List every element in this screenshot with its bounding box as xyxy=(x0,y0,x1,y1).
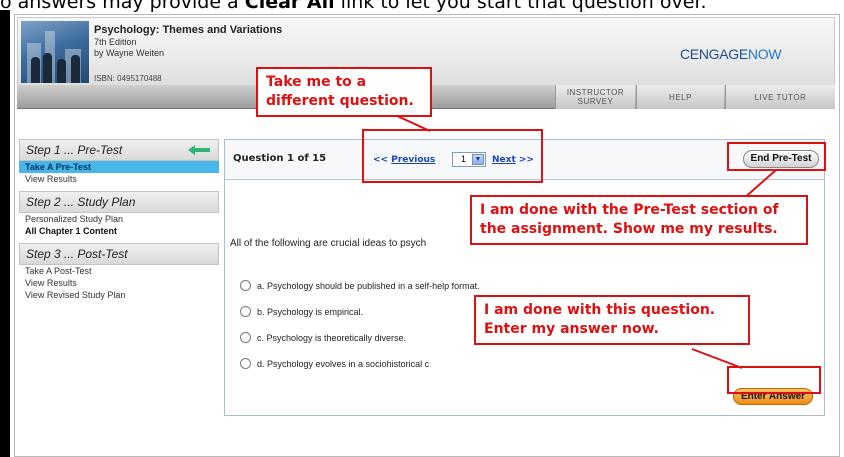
book-edition: 7th Edition xyxy=(94,37,137,47)
question-text: All of the following are crucial ideas t… xyxy=(230,238,427,249)
answer-option-d[interactable]: d. Psychology evolves in a sociohistoric… xyxy=(240,358,429,369)
answer-option-label: a. Psychology should be published in a s… xyxy=(257,280,480,291)
step2-title: Step 2 ... Study Plan xyxy=(26,195,136,209)
nav-callout-line2: different question. xyxy=(266,93,414,109)
sidebar-item-revised-plan[interactable]: View Revised Study Plan xyxy=(19,289,219,301)
instruction-text-prefix: o answers may provide a xyxy=(0,0,245,13)
enter-answer-callout: I am done with this question. Enter my a… xyxy=(474,295,750,345)
help-button[interactable]: Help xyxy=(636,85,724,109)
window-frame-left xyxy=(0,10,10,457)
answer-option-c[interactable]: c. Psychology is theoretically diverse. xyxy=(240,332,406,343)
green-arrow-icon xyxy=(188,145,210,155)
instruction-text-suffix: link to let you start that question over… xyxy=(334,0,707,13)
cengage-now-logo: CENGAGENOW xyxy=(680,46,782,62)
instruction-text-line: o answers may provide a Clear All link t… xyxy=(0,0,844,13)
radio-button[interactable] xyxy=(240,332,251,343)
instructor-survey-button[interactable]: Instructor Survey xyxy=(555,85,635,109)
radio-button[interactable] xyxy=(240,358,251,369)
book-author: by Wayne Weiten xyxy=(94,48,165,58)
sidebar: Step 1 ... Pre-Test Take A Pre-Test View… xyxy=(19,139,219,301)
step3-title: Step 3 ... Post-Test xyxy=(26,247,128,261)
end-pretest-highlight-box xyxy=(727,142,826,171)
question-counter: Question 1 of 15 xyxy=(233,153,327,164)
answer-option-label: b. Psychology is empirical. xyxy=(257,306,364,317)
radio-button[interactable] xyxy=(240,280,251,291)
nav-highlight-box xyxy=(362,129,543,183)
nav-callout-line1: Take me to a xyxy=(266,74,367,90)
answer-option-label: c. Psychology is theoretically diverse. xyxy=(257,332,407,343)
logo-text-cengage: CENGAGE xyxy=(680,46,748,62)
enter-callout-line1: I am done with this question. xyxy=(484,302,716,318)
sidebar-item-view-results[interactable]: View Results xyxy=(19,173,219,185)
screenshot-root: o answers may provide a Clear All link t… xyxy=(0,0,844,457)
sidebar-item-chapter-content[interactable]: All Chapter 1 Content xyxy=(19,225,219,237)
answer-option-a[interactable]: a. Psychology should be published in a s… xyxy=(240,280,480,291)
sidebar-item-take-posttest[interactable]: Take A Post-Test xyxy=(19,265,219,277)
book-title: Psychology: Themes and Variations xyxy=(94,24,283,36)
logo-text-now: NOW xyxy=(747,46,782,62)
end-callout-line1: I am done with the Pre-Test section of xyxy=(480,202,779,218)
sidebar-item-take-pretest[interactable]: Take A Pre-Test xyxy=(19,161,219,173)
sidebar-item-view-results-post[interactable]: View Results xyxy=(19,277,219,289)
book-isbn: ISBN: 0495170488 xyxy=(94,74,162,83)
live-tutor-button[interactable]: Live Tutor xyxy=(725,85,835,109)
radio-button[interactable] xyxy=(240,306,251,317)
book-cover-image xyxy=(21,21,89,83)
nav-callout: Take me to a different question. xyxy=(256,67,432,117)
instruction-text-bold: Clear All xyxy=(244,0,335,13)
answer-option-label: d. Psychology evolves in a sociohistoric… xyxy=(257,358,430,369)
step1-header: Step 1 ... Pre-Test xyxy=(19,139,219,161)
answer-option-b[interactable]: b. Psychology is empirical. xyxy=(240,306,363,317)
step3-header: Step 3 ... Post-Test xyxy=(19,243,219,265)
end-callout-line2: the assignment. Show me my results. xyxy=(480,221,778,237)
step2-header: Step 2 ... Study Plan xyxy=(19,191,219,213)
enter-callout-line2: Enter my answer now. xyxy=(484,321,659,337)
enter-answer-highlight-box xyxy=(727,366,821,394)
end-pretest-callout: I am done with the Pre-Test section of t… xyxy=(470,195,808,245)
step1-title: Step 1 ... Pre-Test xyxy=(26,143,123,157)
sidebar-item-study-plan[interactable]: Personalized Study Plan xyxy=(19,213,219,225)
